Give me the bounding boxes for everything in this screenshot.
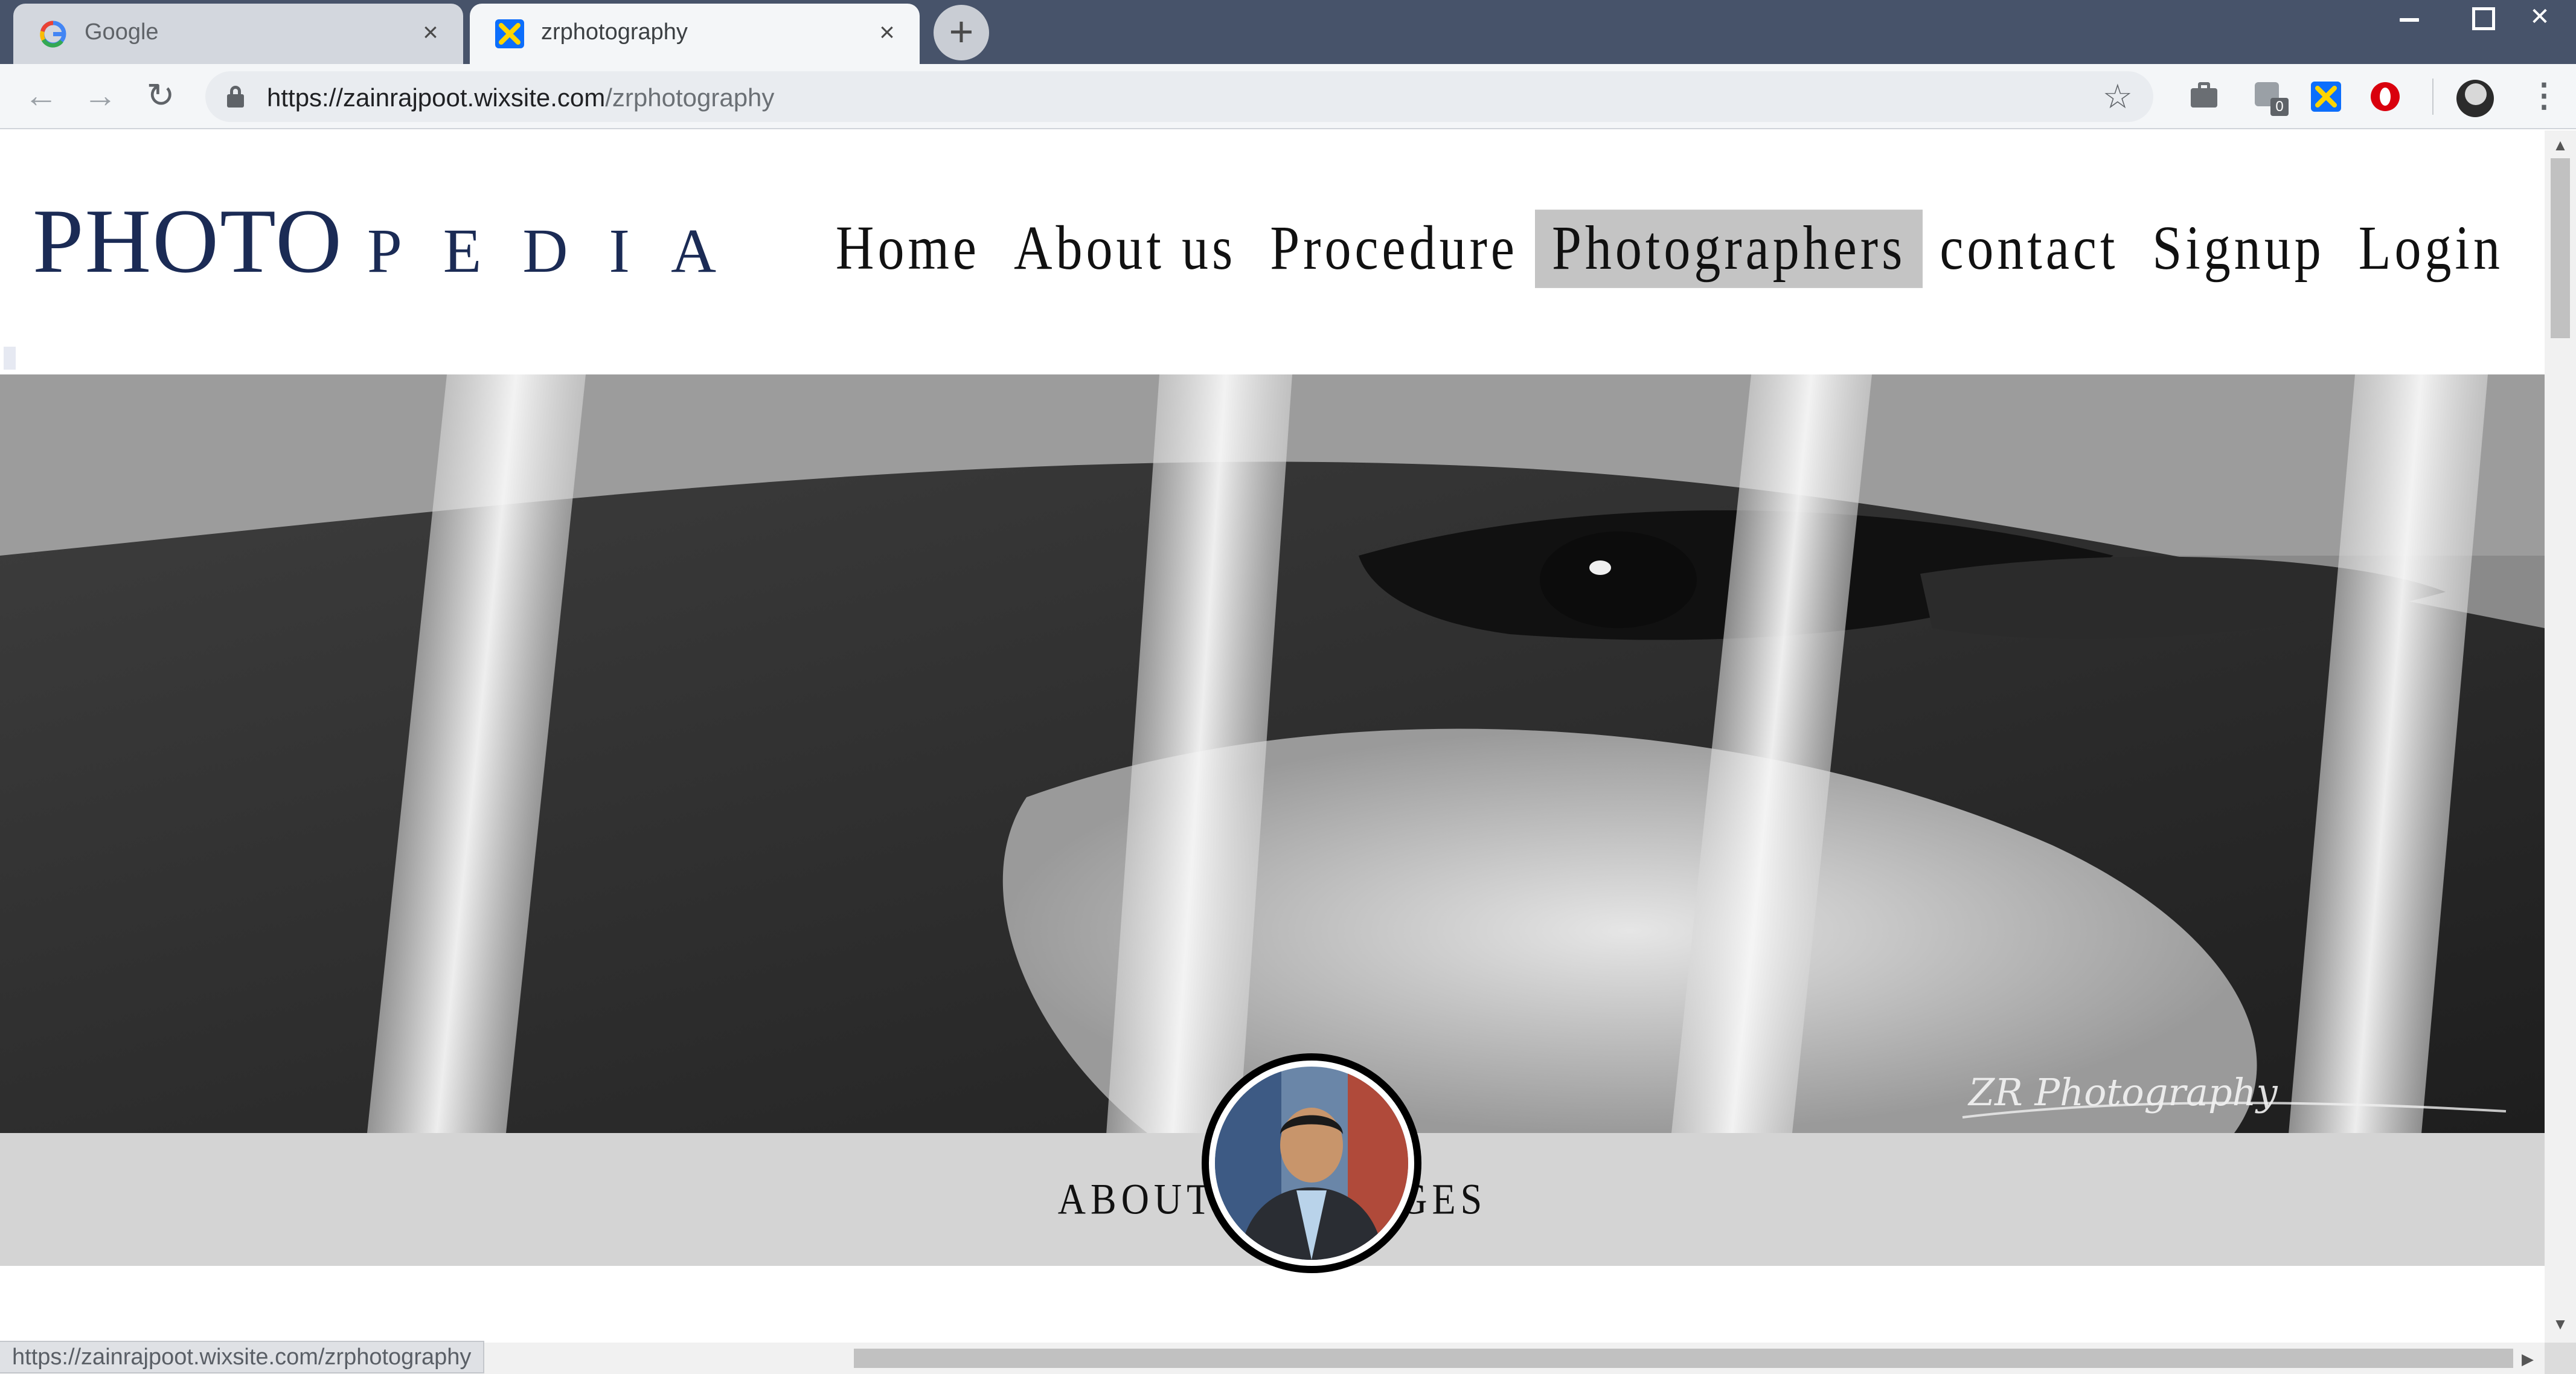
back-button[interactable]: ← xyxy=(22,77,60,116)
profile-avatar[interactable] xyxy=(2456,80,2494,117)
nav-about-us[interactable]: About us xyxy=(997,210,1253,288)
site-nav: Home About us Procedure Photographers co… xyxy=(819,210,2520,288)
web-page: PHOTO PEDIA Home About us Procedure Photo… xyxy=(0,130,2545,1343)
lock-icon[interactable] xyxy=(227,86,244,108)
minimize-button[interactable] xyxy=(2373,0,2446,36)
address-bar[interactable]: https://zainrajpoot.wixsite.com/zrphotog… xyxy=(205,71,2153,122)
horizontal-scroll-thumb[interactable] xyxy=(854,1349,2513,1368)
close-icon[interactable]: × xyxy=(873,18,902,47)
nav-contact[interactable]: contact xyxy=(1923,210,2135,288)
photographer-photo xyxy=(1215,1067,1408,1260)
browser-window: Google × zrphotography × + ✕ ← → ↻ https… xyxy=(0,0,2576,1374)
logo-main-text: PHOTO xyxy=(33,190,343,292)
tab-strip: Google × zrphotography × + ✕ xyxy=(0,0,2576,64)
scrollbar-corner xyxy=(2545,1343,2576,1374)
kebab-menu-icon[interactable]: ⋮ xyxy=(2528,77,2560,116)
subnav-about[interactable]: ABOUT xyxy=(1058,1175,1215,1225)
reload-button[interactable]: ↻ xyxy=(141,77,180,116)
forward-button[interactable]: → xyxy=(81,77,120,116)
close-window-button[interactable]: ✕ xyxy=(2504,0,2576,36)
tab-google[interactable]: Google × xyxy=(13,4,463,64)
selection-marker xyxy=(4,347,16,370)
nav-signup[interactable]: Signup xyxy=(2135,210,2341,288)
url-host: https://zainrajpoot.wixsite.com xyxy=(267,83,606,112)
briefcase-extension-icon[interactable] xyxy=(2187,80,2221,114)
logo-sub-text: PEDIA xyxy=(367,216,758,286)
browser-toolbar: ← → ↻ https://zainrajpoot.wixsite.com/zr… xyxy=(0,64,2576,129)
scroll-down-icon[interactable]: ▼ xyxy=(2552,1315,2569,1332)
hero-image: ZR Photography xyxy=(0,374,2545,1133)
url-path: /zrphotography xyxy=(605,83,775,112)
new-tab-button[interactable]: + xyxy=(934,5,989,60)
toolbar-divider xyxy=(2432,79,2433,115)
status-bubble: https://zainrajpoot.wixsite.com/zrphotog… xyxy=(0,1341,485,1373)
scroll-right-icon[interactable]: ▶ xyxy=(2522,1350,2534,1369)
extension-badge: 0 xyxy=(2270,98,2289,116)
wix-icon xyxy=(495,19,524,48)
nav-procedure[interactable]: Procedure xyxy=(1253,210,1535,288)
url-text[interactable]: https://zainrajpoot.wixsite.com/zrphotog… xyxy=(267,83,774,112)
scroll-up-icon[interactable]: ▲ xyxy=(2552,136,2569,153)
vertical-scrollbar[interactable]: ▲ ▼ xyxy=(2545,130,2576,1343)
site-logo[interactable]: PHOTO PEDIA xyxy=(33,188,757,294)
nav-home[interactable]: Home xyxy=(819,210,997,288)
tab-zrphotography[interactable]: zrphotography × xyxy=(470,4,920,64)
google-icon xyxy=(40,21,66,48)
bookmark-star-icon[interactable]: ☆ xyxy=(2103,80,2133,114)
vertical-scroll-thumb[interactable] xyxy=(2551,158,2570,338)
photographer-avatar[interactable] xyxy=(1202,1053,1421,1273)
hero-watermark: ZR Photography xyxy=(1967,1070,2278,1114)
bird-photo: ZR Photography xyxy=(0,374,2545,1133)
extension-puzzle-icon[interactable]: 0 xyxy=(2252,80,2289,116)
tab-title: Google xyxy=(85,19,159,45)
tab-title: zrphotography xyxy=(541,19,688,45)
wix-extension-icon[interactable] xyxy=(2309,80,2343,114)
nav-login[interactable]: Login xyxy=(2342,210,2520,288)
close-icon[interactable]: × xyxy=(416,18,445,47)
opera-extension-icon[interactable] xyxy=(2368,80,2402,114)
nav-photographers[interactable]: Photographers xyxy=(1534,210,1923,288)
